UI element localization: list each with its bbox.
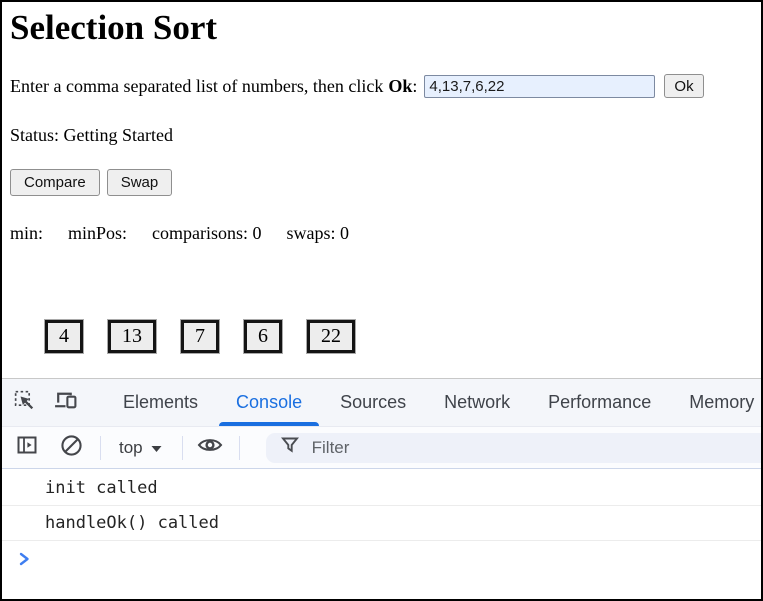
toolbar-divider	[239, 436, 240, 460]
status-text: Status: Getting Started	[10, 125, 753, 146]
devtools-panel: Elements Console Sources Network Perform…	[2, 378, 761, 599]
console-prompt[interactable]	[2, 541, 761, 572]
swap-button[interactable]: Swap	[107, 169, 173, 196]
sidebar-panel-icon	[15, 433, 39, 462]
action-buttons-row: Compare Swap	[10, 169, 753, 196]
page-title: Selection Sort	[10, 8, 753, 48]
filter-funnel-icon	[281, 436, 299, 459]
array-boxes: 4 13 7 6 22	[45, 320, 753, 353]
tab-elements[interactable]: Elements	[104, 379, 217, 426]
tab-performance[interactable]: Performance	[529, 379, 670, 426]
prompt-colon: :	[412, 76, 417, 97]
toolbar-divider	[182, 436, 183, 460]
console-messages-area: init called handleOk() called	[2, 469, 761, 599]
stat-minpos: minPos:	[68, 223, 127, 243]
live-expression-button[interactable]	[197, 435, 223, 461]
array-box: 22	[307, 320, 355, 353]
inspect-cursor-icon	[12, 388, 37, 418]
clear-console-button[interactable]	[58, 435, 84, 461]
filter-box[interactable]	[266, 433, 761, 463]
array-box: 13	[108, 320, 156, 353]
eye-icon	[196, 433, 224, 462]
context-selector-label: top	[119, 438, 143, 458]
array-box: 7	[181, 320, 219, 353]
console-message: init called	[2, 471, 761, 506]
device-toolbar-icon	[53, 388, 78, 418]
toolbar-divider	[100, 436, 101, 460]
array-box: 6	[244, 320, 282, 353]
prompt-ok-word: Ok	[388, 76, 412, 97]
clear-console-icon	[59, 433, 84, 463]
input-prompt-row: Enter a comma separated list of numbers,…	[10, 74, 753, 98]
filter-input[interactable]	[310, 437, 761, 459]
prompt-chevron-icon	[16, 551, 32, 572]
ok-button[interactable]: Ok	[664, 74, 703, 98]
device-toolbar-button[interactable]	[53, 390, 78, 416]
chevron-down-icon	[151, 438, 162, 458]
prompt-text: Enter a comma separated list of numbers,…	[10, 76, 383, 97]
tab-sources[interactable]: Sources	[321, 379, 425, 426]
numbers-input[interactable]	[424, 75, 655, 98]
inspect-element-button[interactable]	[12, 390, 37, 416]
tab-memory[interactable]: Memory	[670, 379, 761, 426]
context-selector[interactable]: top	[115, 438, 166, 458]
stat-comparisons: comparisons: 0	[152, 223, 262, 243]
console-sidebar-button[interactable]	[14, 435, 40, 461]
compare-button[interactable]: Compare	[10, 169, 100, 196]
array-box: 4	[45, 320, 83, 353]
stat-min: min:	[10, 223, 43, 243]
devtools-tabbar: Elements Console Sources Network Perform…	[2, 379, 761, 427]
tab-console[interactable]: Console	[217, 379, 321, 426]
tab-network[interactable]: Network	[425, 379, 529, 426]
stats-row: min: minPos: comparisons: 0 swaps: 0	[10, 223, 753, 244]
console-toolbar: top	[2, 427, 761, 469]
stat-swaps: swaps: 0	[287, 223, 350, 243]
console-message: handleOk() called	[2, 506, 761, 541]
webpage-content: Selection Sort Enter a comma separated l…	[2, 2, 761, 378]
